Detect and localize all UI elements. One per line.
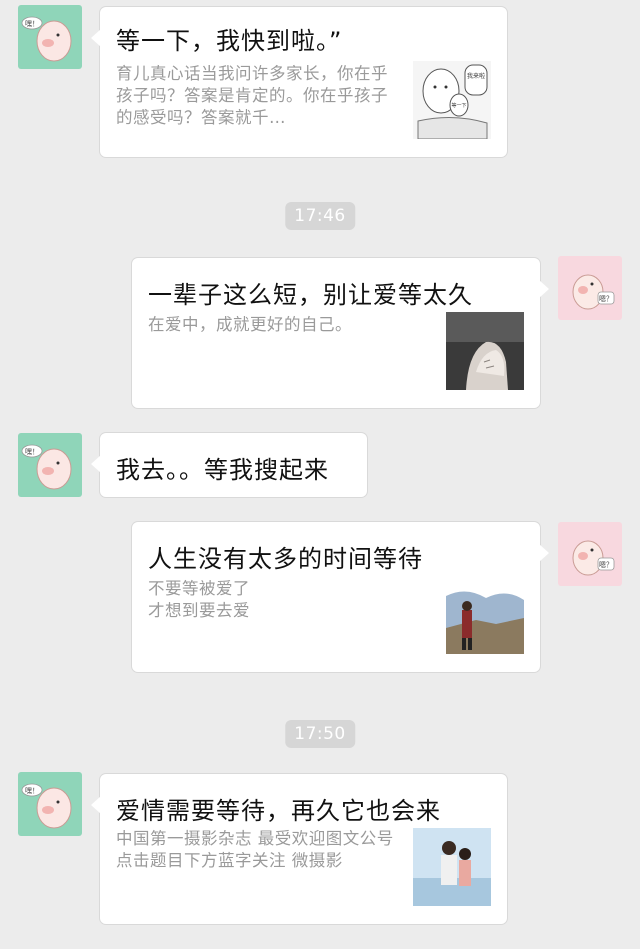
svg-text:我来啦: 我来啦 — [467, 72, 485, 80]
svg-text:嗯？: 嗯？ — [599, 295, 613, 303]
text-message[interactable]: 我去。。等我搜起来 — [91, 433, 367, 497]
couple-photo-icon — [413, 828, 491, 906]
pig-avatar-icon: 嘿！ — [21, 16, 72, 62]
card-description: 中国第一摄影杂志 最受欢迎图文公号点击题目下方蓝字关注 微摄影 — [116, 829, 394, 870]
contact-avatar[interactable]: 嘿！ — [18, 5, 82, 69]
bubble-tail — [91, 29, 101, 47]
article-card-3[interactable]: 人生没有太多的时间等待 不要等被爱了 才想到要去爱 — [132, 522, 549, 672]
card-thumbnail — [446, 312, 524, 390]
bubble-tail — [91, 796, 101, 814]
timestamp-badge: 17:50 — [285, 720, 355, 748]
article-card-2[interactable]: 一辈子这么短，别让爱等太久 在爱中，成就更好的自己。 — [132, 258, 549, 408]
pig-avatar-icon: 嘿！ — [21, 444, 72, 490]
card-description: 在爱中，成就更好的自己。 — [148, 315, 352, 334]
cartoon-thumbnail-icon: 我来啦 等一下 — [413, 61, 491, 139]
contact-avatar[interactable]: 嘿！ — [18, 772, 82, 836]
card-thumbnail — [413, 828, 491, 906]
card-thumbnail: 我来啦 等一下 — [413, 61, 491, 139]
contact-avatar[interactable]: 嘿！ — [18, 433, 82, 497]
bubble-tail — [539, 280, 549, 298]
card-title: 人生没有太多的时间等待 — [148, 545, 423, 573]
card-title: 一辈子这么短，别让爱等太久 — [148, 281, 473, 309]
svg-text:嘿！: 嘿！ — [25, 448, 39, 456]
bubble-tail — [91, 455, 101, 473]
timestamp-badge: 17:46 — [285, 202, 355, 230]
pig-avatar-icon: 嗯？ — [572, 540, 615, 576]
pig-avatar-icon: 嗯？ — [572, 274, 615, 310]
card-description-line-1: 不要等被爱了 — [148, 579, 250, 598]
pig-avatar-icon: 嘿！ — [21, 783, 72, 829]
svg-text:嗯？: 嗯？ — [599, 561, 613, 569]
svg-text:等一下: 等一下 — [451, 102, 466, 109]
card-description-line-2: 才想到要去爱 — [148, 601, 250, 620]
card-thumbnail — [446, 576, 524, 654]
my-avatar[interactable]: 嗯？ — [558, 256, 622, 320]
landscape-photo-icon — [446, 576, 524, 654]
card-description: 育儿真心话当我问许多家长，你在乎孩子吗？答案是肯定的。你在乎孩子的感受吗？答案就… — [116, 64, 388, 127]
svg-text:嘿！: 嘿！ — [25, 787, 39, 795]
card-title: 爱情需要等待，再久它也会来 — [116, 797, 441, 825]
hands-photo-icon — [446, 312, 524, 390]
message-text: 我去。。等我搜起来 — [116, 456, 329, 484]
card-title: 等一下，我快到啦。” — [116, 27, 343, 55]
my-avatar[interactable]: 嗯？ — [558, 522, 622, 586]
article-card-1[interactable]: 等一下，我快到啦。” 育儿真心话当我问许多家长，你在乎孩子吗？答案是肯定的。你在… — [91, 7, 507, 157]
bubble-tail — [539, 544, 549, 562]
article-card-4[interactable]: 爱情需要等待，再久它也会来 中国第一摄影杂志 最受欢迎图文公号点击题目下方蓝字关… — [91, 774, 507, 924]
svg-text:嘿！: 嘿！ — [25, 20, 39, 28]
